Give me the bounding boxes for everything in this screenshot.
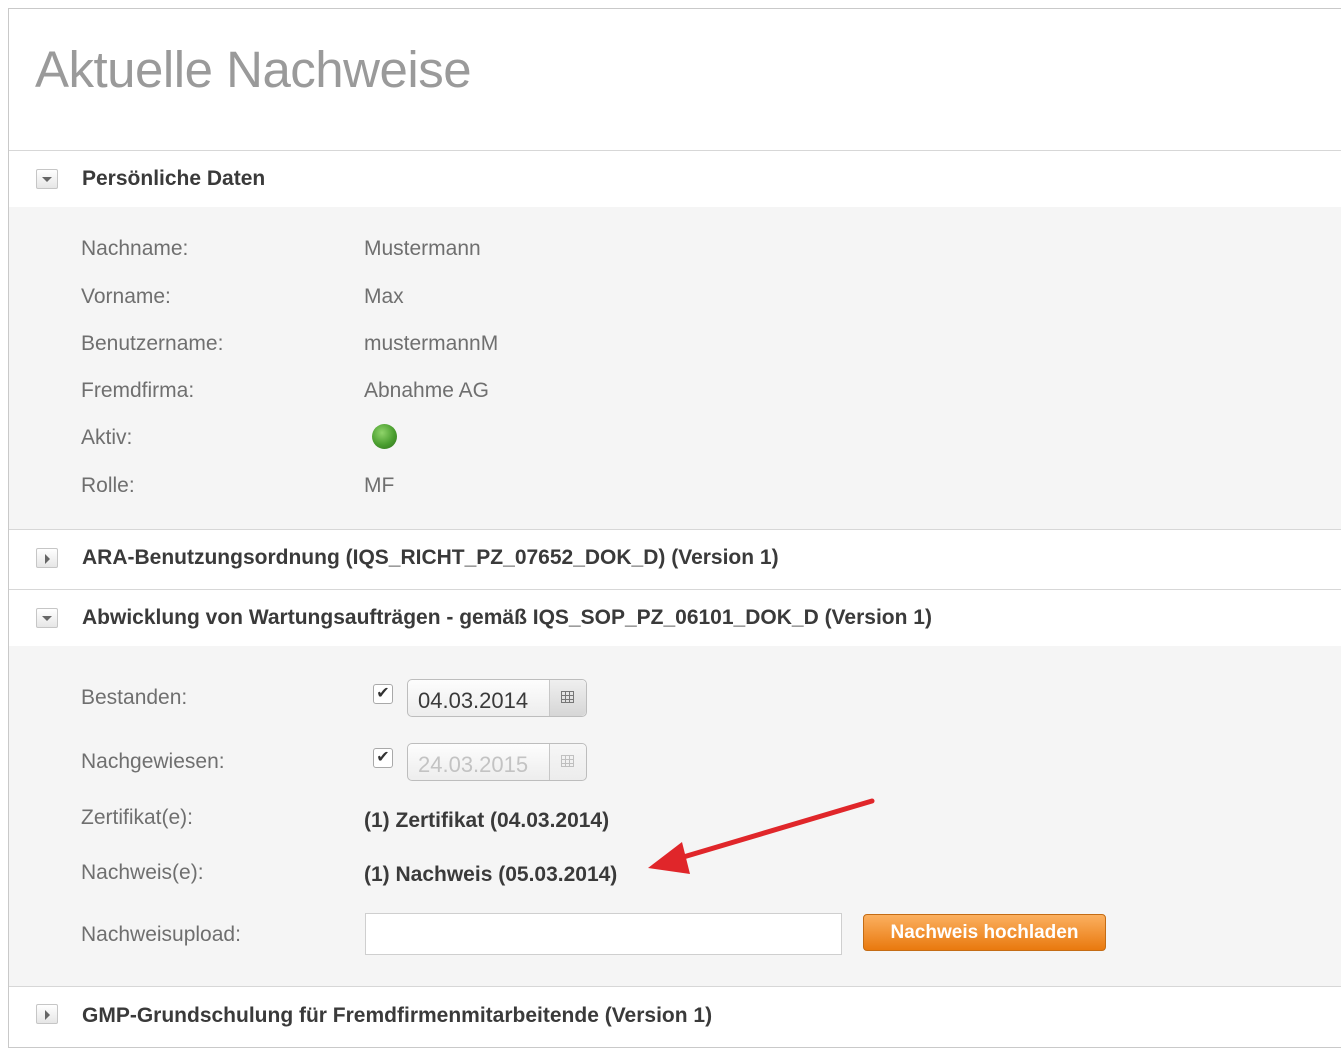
section-title: Abwicklung von Wartungsaufträgen - gemäß… [82,606,932,629]
value-fremdfirma: Abnahme AG [364,379,489,402]
nachgewiesen-date-value: 24.03.2015 [418,752,529,777]
expand-toggle-icon[interactable] [36,548,58,568]
section-header-personal[interactable]: Persönliche Daten [9,150,1341,207]
active-status-icon [372,424,397,449]
section-header-ara[interactable]: ARA-Benutzungsordnung (IQS_RICHT_PZ_0765… [9,529,1341,589]
label-zertifikat: Zertifikat(e): [81,806,194,829]
section-header-gmp[interactable]: GMP-Grundschulung für Fremdfirmenmitarbe… [9,986,1341,1036]
annotation-arrow-icon [648,798,875,874]
collapse-toggle-icon[interactable] [36,608,58,628]
label-fremdfirma: Fremdfirma: [81,379,195,402]
section-title: GMP-Grundschulung für Fremdfirmenmitarbe… [82,1004,713,1027]
nachgewiesen-checkbox[interactable]: ✔ [373,748,393,768]
bestanden-checkbox[interactable]: ✔ [373,684,393,704]
section-header-wartung[interactable]: Abwicklung von Wartungsaufträgen - gemäß… [9,589,1341,646]
section-title: ARA-Benutzungsordnung (IQS_RICHT_PZ_0765… [82,546,779,569]
value-rolle: MF [364,474,395,497]
value-benutzername: mustermannM [364,332,499,355]
value-vorname: Max [364,285,404,308]
nachgewiesen-date-field: 24.03.2015 [407,743,587,781]
label-aktiv: Aktiv: [81,426,133,449]
bestanden-date-value: 04.03.2014 [418,688,529,713]
bestanden-date-field[interactable]: 04.03.2014 [407,679,587,717]
label-nachgewiesen: Nachgewiesen: [81,750,225,773]
label-bestanden: Bestanden: [81,686,188,709]
zertifikat-link[interactable]: (1) Zertifikat (04.03.2014) [364,809,609,833]
label-benutzername: Benutzername: [81,332,224,355]
section-body-personal [9,207,1341,529]
triangle-right-icon [45,554,50,564]
calendar-icon [561,691,574,703]
label-vorname: Vorname: [81,285,171,308]
triangle-right-icon [45,1010,50,1020]
label-nachweis: Nachweis(e): [81,861,204,884]
expand-toggle-icon[interactable] [36,1004,58,1024]
collapse-toggle-icon[interactable] [36,169,58,189]
calendar-icon [561,755,574,767]
value-nachname: Mustermann [364,237,481,260]
calendar-button[interactable] [549,680,586,716]
page-title: Aktuelle Nachweise [35,41,472,98]
nachweis-upload-button[interactable]: Nachweis hochladen [863,914,1106,951]
triangle-down-icon [42,616,52,621]
nachweis-link[interactable]: (1) Nachweis (05.03.2014) [364,863,617,887]
section-title: Persönliche Daten [82,167,266,190]
triangle-down-icon [42,177,52,182]
label-nachname: Nachname: [81,237,189,260]
nachweis-upload-input[interactable] [365,913,842,955]
label-rolle: Rolle: [81,474,135,497]
calendar-button [549,744,586,780]
label-nachweisupload: Nachweisupload: [81,923,241,946]
